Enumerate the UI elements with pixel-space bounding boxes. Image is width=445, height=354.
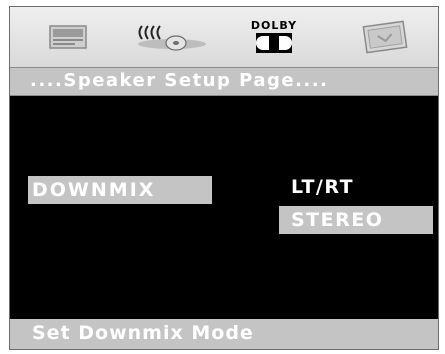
option-stereo[interactable]: STEREO <box>279 206 433 234</box>
status-bar: Set Downmix Mode <box>10 319 438 349</box>
tab-general-setup[interactable] <box>40 15 96 59</box>
speaker-setup-icon <box>138 25 206 51</box>
tab-dolby-setup[interactable]: DOLBY <box>244 15 304 59</box>
tab-speaker-setup[interactable] <box>132 15 212 59</box>
setup-icon-bar: DOLBY <box>10 7 438 67</box>
page-title-bar: ....Speaker Setup Page.... <box>10 67 438 96</box>
general-setup-icon <box>49 25 87 49</box>
menu-item-downmix[interactable]: DOWNMIX <box>28 176 212 204</box>
option-lt-rt[interactable]: LT/RT <box>279 173 433 201</box>
page-title: ....Speaker Setup Page.... <box>30 70 329 91</box>
osd-screen: DOLBY ....Speaker Setup Page.... DOWNMIX… <box>9 6 439 350</box>
dolby-label: DOLBY <box>250 19 298 32</box>
dolby-setup-icon <box>256 33 292 53</box>
preference-setup-icon <box>362 20 408 54</box>
status-text: Set Downmix Mode <box>32 322 254 344</box>
tab-preference-setup[interactable] <box>353 15 417 59</box>
